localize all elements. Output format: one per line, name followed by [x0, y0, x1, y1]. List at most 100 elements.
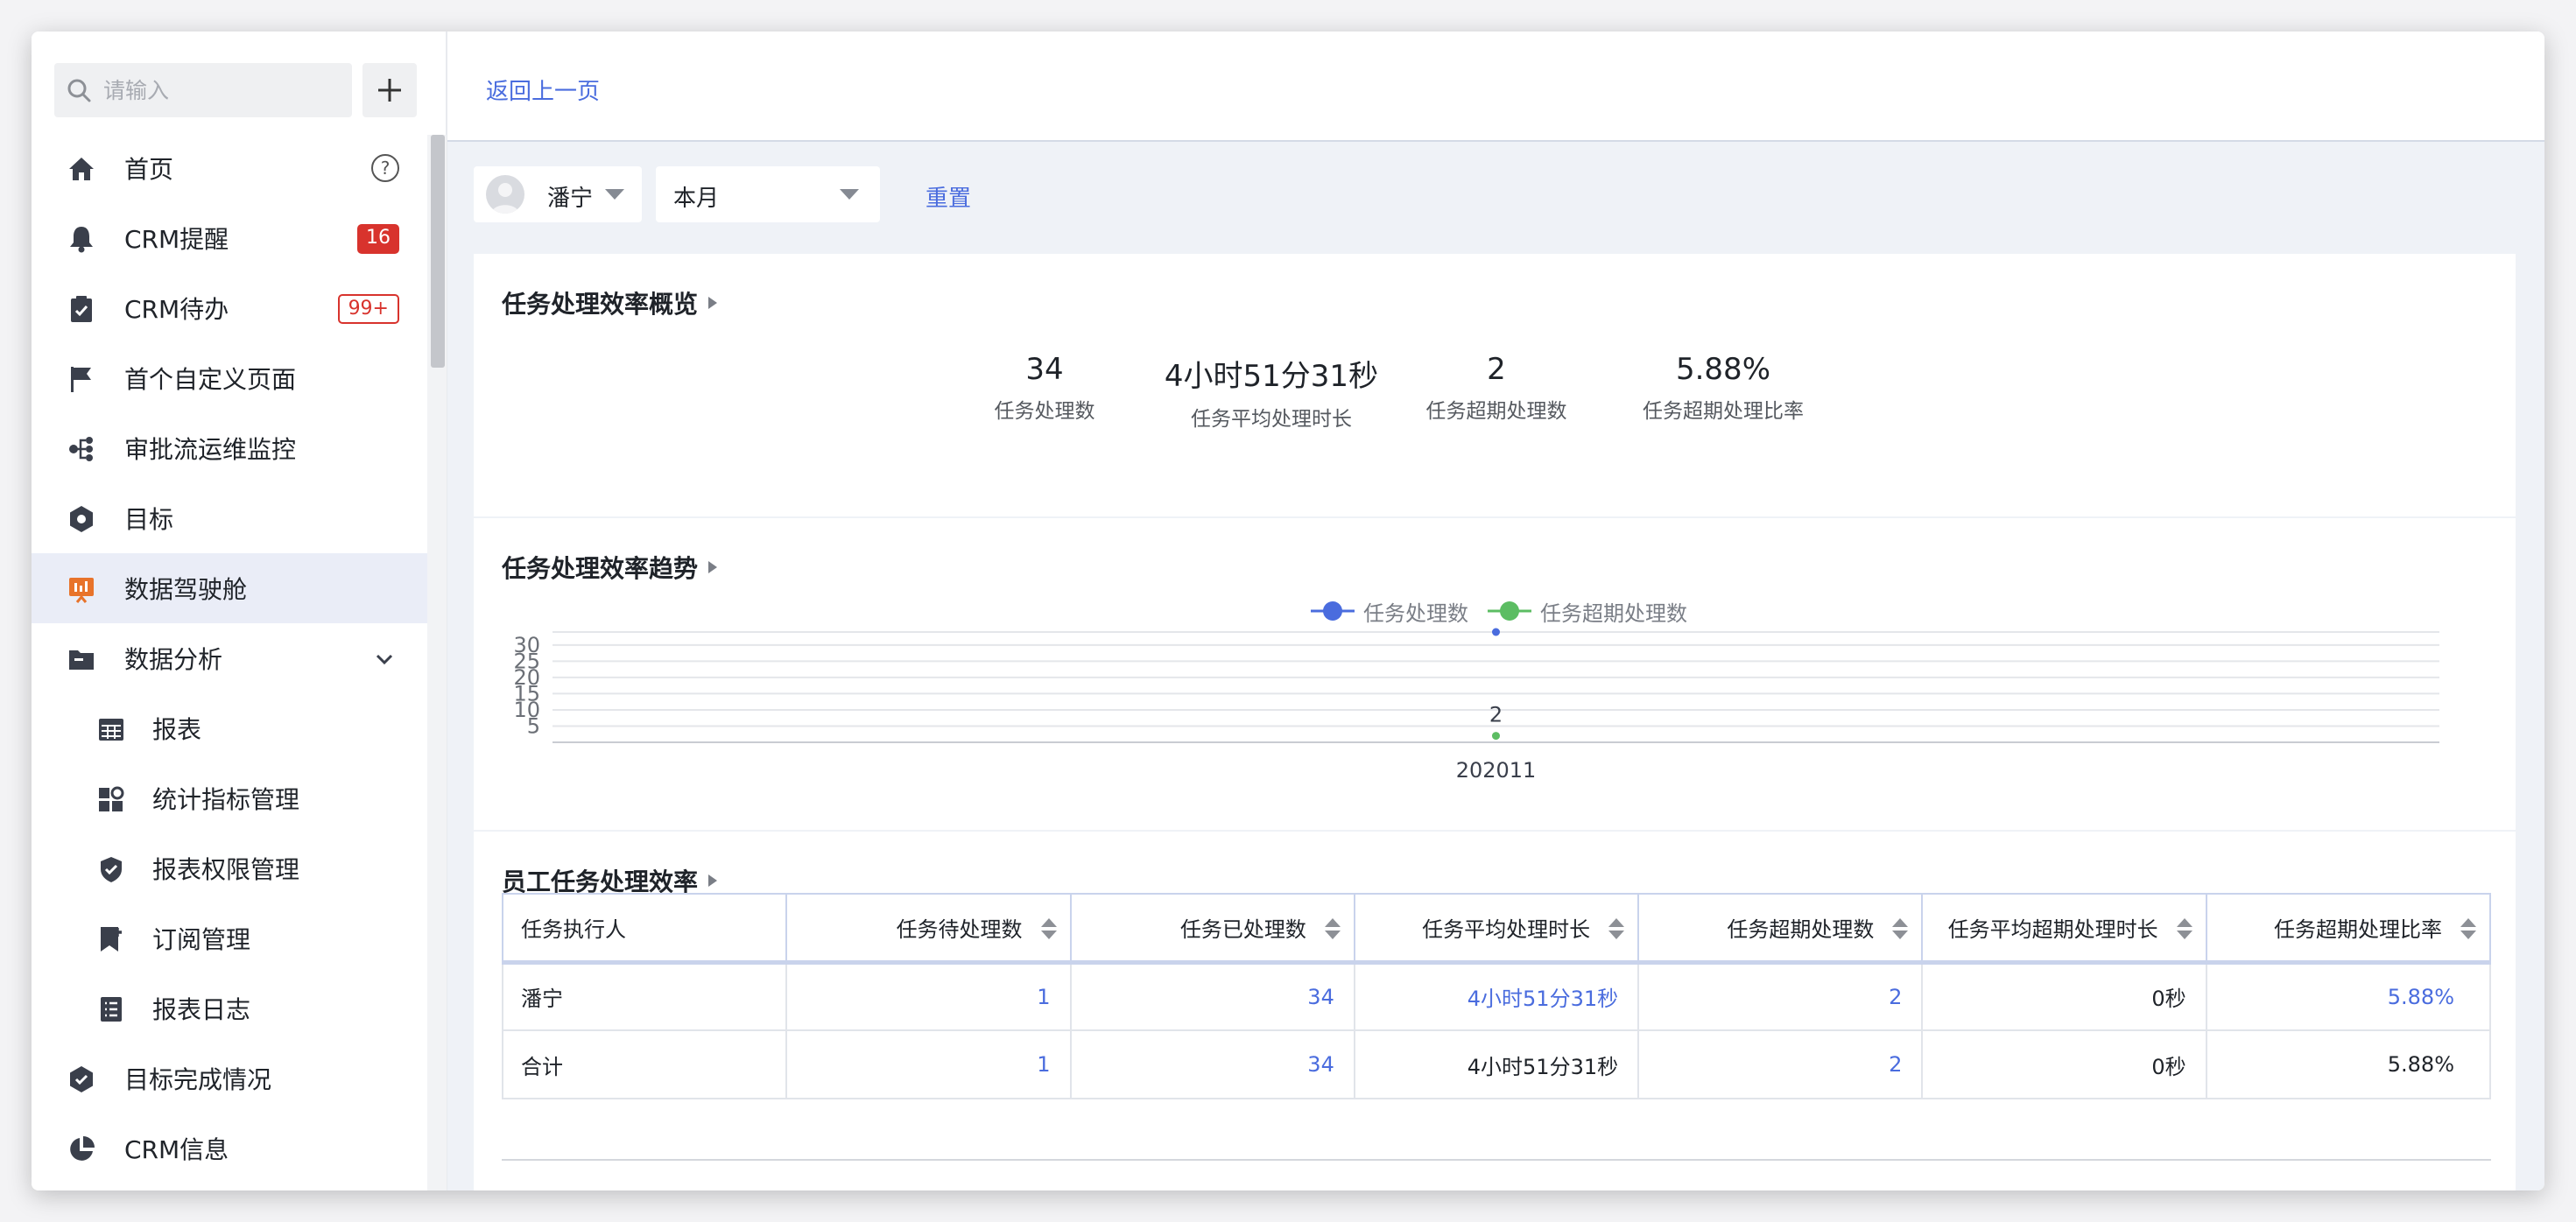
sidebar-item-data-cockpit[interactable]: 数据驾驶舱	[32, 553, 427, 623]
sidebar-item-label: 订阅管理	[152, 925, 251, 954]
column-header-label: 任务已处理数	[1179, 916, 1306, 942]
column-header-avg-duration[interactable]: 任务平均处理时长	[1353, 893, 1640, 965]
cell-overdue-count-link[interactable]: 2	[1637, 961, 1924, 1031]
sidebar-item-reports[interactable]: 报表	[32, 693, 427, 763]
column-header-label: 任务待处理数	[896, 916, 1023, 942]
sidebar-item-label: CRM信息	[124, 1135, 229, 1164]
column-header-processed[interactable]: 任务已处理数	[1069, 893, 1355, 965]
sidebar-item-label: 审批流运维监控	[124, 435, 297, 464]
sidebar-item-goal-completion[interactable]: 目标完成情况	[32, 1043, 427, 1113]
metric-label: 任务超期处理比率	[1643, 400, 1804, 423]
sidebar-item-label: 目标	[124, 505, 174, 534]
search-input[interactable]	[103, 63, 340, 117]
cell-overdue-ratio: 5.88%	[2205, 1029, 2492, 1099]
cell-avg-duration: 4小时51分31秒	[1353, 1029, 1640, 1099]
metric-value: 5.88%	[1675, 352, 1770, 387]
trend-title[interactable]: 任务处理效率趋势	[502, 550, 719, 585]
sidebar-item-goals[interactable]: 目标	[32, 483, 427, 553]
caret-down-icon	[840, 189, 859, 200]
scrollbar-thumb[interactable]	[431, 135, 445, 368]
sort-icon[interactable]	[1608, 917, 1625, 940]
notification-badge: 16	[357, 224, 399, 254]
overview-title-text: 任务处理效率概览	[502, 290, 699, 319]
sort-icon[interactable]	[1891, 917, 1909, 940]
widgets-icon	[99, 786, 124, 811]
sidebar-item-crm-reminder[interactable]: CRM提醒 16	[32, 203, 427, 273]
sidebar-scrollbar[interactable]	[427, 135, 447, 1190]
metric-task-count: 34 任务处理数	[913, 352, 1176, 424]
main-content: 返回上一页 潘宁 本月 重置 任务处理效率概览 34 任务处理数 4小时51分3…	[447, 32, 2544, 1190]
data-label: 2	[1489, 703, 1503, 727]
cell-overdue-ratio-link[interactable]: 5.88%	[2205, 961, 2492, 1031]
sidebar-item-data-analysis[interactable]: 数据分析	[32, 623, 427, 693]
cell-processed-link[interactable]: 34	[1069, 961, 1355, 1031]
cell-pending-link[interactable]: 1	[785, 1029, 1072, 1099]
list-doc-icon	[101, 997, 122, 1022]
add-button[interactable]	[362, 63, 417, 117]
clipboard-check-icon	[71, 296, 92, 322]
cell-executor: 合计	[501, 1029, 788, 1099]
cell-pending-link[interactable]: 1	[785, 961, 1072, 1031]
sidebar-item-home[interactable]: 首页 ?	[32, 133, 427, 203]
sidebar-item-report-log[interactable]: 报表日志	[32, 973, 427, 1043]
sidebar-item-label: 数据分析	[124, 645, 223, 674]
data-point	[1492, 628, 1500, 636]
chevron-down-icon[interactable]	[373, 648, 396, 671]
table-row: 潘宁 1 34 4小时51分31秒 2 0秒 5.88%	[501, 961, 2492, 1031]
dashboard-icon	[69, 578, 94, 603]
sort-icon[interactable]	[1040, 917, 1058, 940]
sidebar-item-approval-monitor[interactable]: 审批流运维监控	[32, 413, 427, 483]
sidebar-item-crm-todo[interactable]: CRM待办 99+	[32, 273, 427, 343]
trend-card: 任务处理效率趋势 任务处理数 任务超期处理数 5 10 15 20 25 30 202011…	[474, 518, 2516, 830]
caret-down-icon	[605, 189, 624, 200]
sort-icon[interactable]	[1324, 917, 1341, 940]
column-header-overdue-ratio[interactable]: 任务超期处理比率	[2205, 893, 2492, 965]
user-select[interactable]: 潘宁	[474, 166, 642, 222]
legend-item-task-count[interactable]: 任务处理数	[1311, 596, 1468, 627]
legend-marker-icon	[1488, 601, 1531, 621]
top-bar: 返回上一页	[447, 32, 2544, 142]
sidebar-item-label: 数据驾驶舱	[124, 575, 248, 604]
column-header-label: 任务执行人	[521, 916, 626, 942]
search-box[interactable]	[54, 63, 352, 117]
sidebar: 首页 ? CRM提醒 16 CRM待办 99+ 首个自定义页面 审批流运维监控	[32, 32, 447, 1190]
badge-check-icon	[70, 1066, 93, 1092]
column-header-pending[interactable]: 任务待处理数	[785, 893, 1072, 965]
column-header-executor[interactable]: 任务执行人	[501, 893, 788, 965]
reset-button[interactable]: 重置	[926, 180, 971, 213]
help-icon[interactable]: ?	[370, 152, 401, 184]
user-select-value: 潘宁	[547, 186, 594, 212]
sidebar-item-metrics-manage[interactable]: 统计指标管理	[32, 763, 427, 833]
sidebar-item-custom-page[interactable]: 首个自定义页面	[32, 343, 427, 413]
metric-label: 任务超期处理数	[1425, 400, 1567, 423]
cell-processed-link[interactable]: 34	[1069, 1029, 1355, 1099]
sort-icon[interactable]	[2460, 917, 2477, 940]
period-select-value: 本月	[673, 186, 720, 212]
column-header-avg-overdue-duration[interactable]: 任务平均超期处理时长	[1921, 893, 2207, 965]
x-tick-label: 202011	[1456, 758, 1537, 783]
sidebar-item-crm-info[interactable]: CRM信息	[32, 1113, 427, 1183]
column-header-overdue-count[interactable]: 任务超期处理数	[1637, 893, 1924, 965]
table-header-row: 任务执行人 任务待处理数 任务已处理数 任务平均处理时长 任务超期处理数 任务平…	[501, 893, 2492, 965]
period-select[interactable]: 本月	[656, 166, 880, 222]
cell-avg-duration-link[interactable]: 4小时51分31秒	[1353, 961, 1640, 1031]
sidebar-item-label: 报表	[152, 715, 202, 744]
app-window: 首页 ? CRM提醒 16 CRM待办 99+ 首个自定义页面 审批流运维监控	[32, 32, 2544, 1190]
employee-table: 任务执行人 任务待处理数 任务已处理数 任务平均处理时长 任务超期处理数 任务平…	[501, 893, 2492, 1099]
sort-icon[interactable]	[2176, 917, 2193, 940]
sidebar-item-subscription[interactable]: 订阅管理	[32, 903, 427, 973]
search-icon	[67, 79, 91, 102]
metric-value: 34	[1025, 352, 1064, 387]
sidebar-item-report-permission[interactable]: 报表权限管理	[32, 833, 427, 903]
legend-item-overdue-count[interactable]: 任务超期处理数	[1488, 596, 1687, 627]
cell-overdue-count-link[interactable]: 2	[1637, 1029, 1924, 1099]
back-link[interactable]: 返回上一页	[486, 74, 600, 106]
filter-bar: 潘宁 本月 重置	[474, 166, 1524, 224]
sidebar-item-label: 首个自定义页面	[124, 365, 297, 394]
overview-title[interactable]: 任务处理效率概览	[502, 285, 719, 320]
folder-icon	[69, 650, 94, 670]
triangle-right-icon	[708, 297, 718, 309]
sidebar-item-label: 报表权限管理	[152, 855, 300, 884]
column-header-label: 任务超期处理比率	[2274, 916, 2442, 942]
overview-card: 任务处理效率概览 34 任务处理数 4小时51分31秒 任务平均处理时长 2 任…	[474, 254, 2516, 516]
